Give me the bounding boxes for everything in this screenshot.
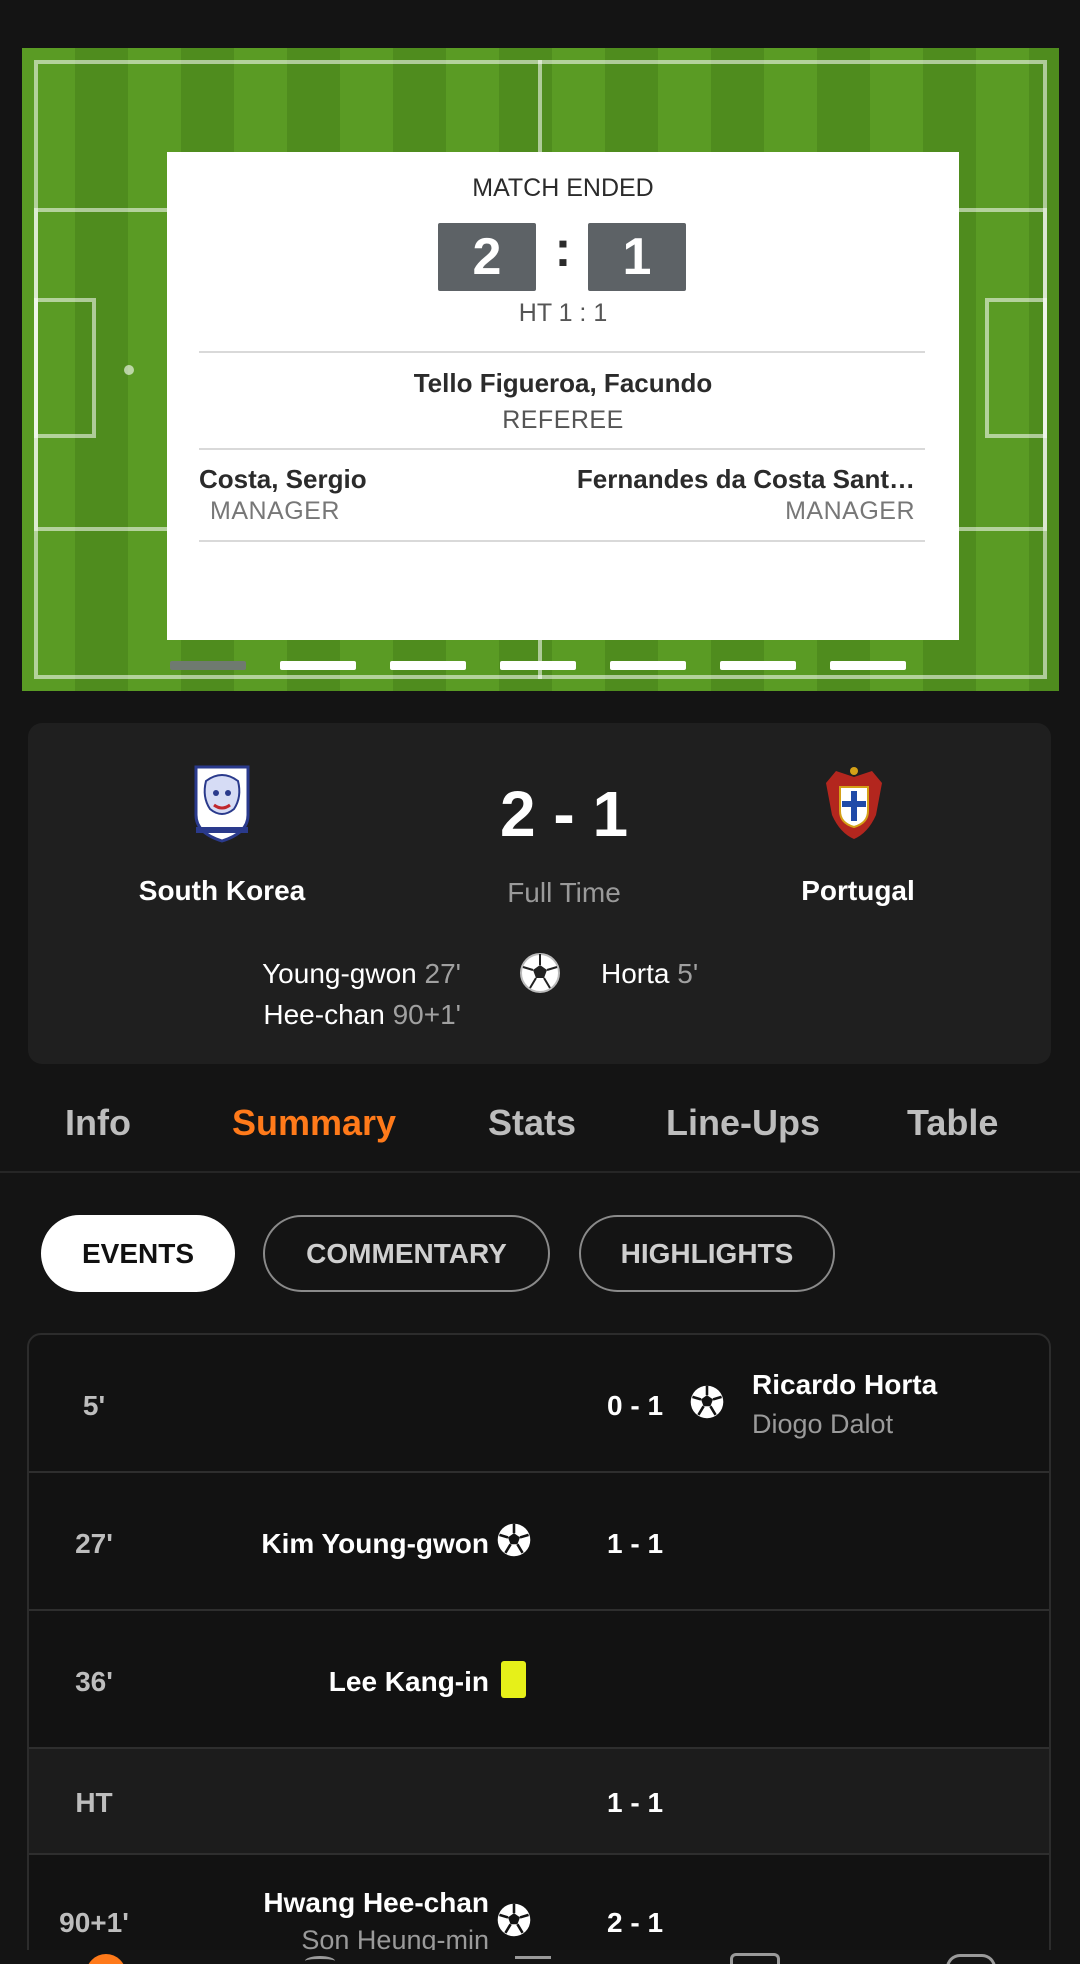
- away-team-name[interactable]: Portugal: [728, 875, 988, 907]
- tab-stats[interactable]: Stats: [488, 1102, 576, 1144]
- home-scorer: Hee-chan 90+1': [263, 999, 461, 1031]
- soccer-ball-icon: [497, 1523, 531, 1557]
- scorer-name: Horta: [601, 958, 670, 989]
- south-korea-crest-icon[interactable]: [190, 763, 254, 843]
- event-minute: 36': [75, 1666, 113, 1697]
- match-info-card: MATCH ENDED 2 : 1 HT 1 : 1 Tello Figuero…: [167, 152, 959, 640]
- halftime-row: HT 1 - 1: [29, 1749, 1049, 1855]
- scorer-name: Hee-chan: [263, 999, 385, 1030]
- home-manager-label: MANAGER: [210, 497, 340, 525]
- match-screen: MATCH ENDED 2 : 1 HT 1 : 1 Tello Figuero…: [0, 0, 1080, 1964]
- soccer-ball-icon: [520, 953, 560, 993]
- home-score-box: 2: [438, 223, 536, 291]
- carousel-dot[interactable]: [170, 661, 246, 670]
- events-list: 5' 0 - 1 Ricardo Horta Diogo Dalot 27' K…: [27, 1333, 1051, 1964]
- events-pill[interactable]: EVENTS: [41, 1215, 235, 1292]
- divider: [199, 351, 925, 353]
- pitch-carousel[interactable]: MATCH ENDED 2 : 1 HT 1 : 1 Tello Figuero…: [22, 48, 1059, 691]
- scorer-minute: 27': [424, 958, 462, 989]
- scorer-minute: 5': [677, 958, 699, 989]
- right-goal-box: [985, 298, 1047, 438]
- carousel-dot[interactable]: [610, 661, 686, 670]
- referee-label: REFEREE: [502, 406, 624, 434]
- scorer-minute: 90+1': [392, 999, 461, 1030]
- event-assist: Diogo Dalot: [752, 1409, 894, 1439]
- match-status-label: Full Time: [507, 877, 621, 908]
- event-player: Lee Kang-in: [328, 1666, 489, 1697]
- match-score: 2 - 1: [499, 778, 629, 850]
- commentary-pill[interactable]: COMMENTARY: [263, 1215, 550, 1292]
- carousel-dot[interactable]: [280, 661, 356, 670]
- nav-icon[interactable]: [946, 1954, 996, 1964]
- nav-icon[interactable]: [515, 1956, 551, 1964]
- nav-icon[interactable]: [730, 1953, 780, 1964]
- score-panel: South Korea 2 - 1 Full Time Portugal You…: [28, 723, 1051, 1064]
- highlights-pill[interactable]: HIGHLIGHTS: [579, 1215, 835, 1292]
- halftime-score: HT 1 : 1: [518, 299, 608, 327]
- event-minute: 5': [82, 1390, 106, 1421]
- portugal-crest-icon[interactable]: [822, 763, 886, 843]
- event-minute: 27': [75, 1528, 113, 1559]
- tab-table[interactable]: Table: [907, 1102, 998, 1144]
- away-manager-label: MANAGER: [785, 497, 915, 525]
- carousel-dot[interactable]: [390, 661, 466, 670]
- away-score-box: 1: [588, 223, 686, 291]
- soccer-ball-icon: [690, 1385, 724, 1419]
- match-tabs: Info Summary Stats Line-Ups Table: [0, 1070, 1080, 1173]
- event-row[interactable]: 5' 0 - 1 Ricardo Horta Diogo Dalot: [29, 1335, 1049, 1473]
- carousel-dot[interactable]: [720, 661, 796, 670]
- event-row[interactable]: 90+1' Hwang Hee-chan Son Heung-min 2 - 1: [29, 1855, 1049, 1964]
- home-scorer: Young-gwon 27': [262, 958, 461, 990]
- event-player: Ricardo Horta: [752, 1369, 938, 1400]
- divider: [199, 448, 925, 450]
- tab-info[interactable]: Info: [65, 1102, 131, 1144]
- left-goal-box: [34, 298, 96, 438]
- event-score: 1 - 1: [606, 1787, 664, 1818]
- carousel-dot[interactable]: [500, 661, 576, 670]
- event-minute: 90+1': [59, 1907, 129, 1938]
- event-minute: HT: [75, 1787, 113, 1818]
- event-score: 2 - 1: [606, 1907, 664, 1938]
- soccer-ball-icon: [497, 1903, 531, 1937]
- scorer-name: Young-gwon: [262, 958, 417, 989]
- match-status: MATCH ENDED: [472, 174, 654, 202]
- yellow-card-icon: [501, 1661, 526, 1698]
- event-player: Hwang Hee-chan: [263, 1887, 489, 1918]
- nav-icon[interactable]: [305, 1956, 335, 1964]
- event-row[interactable]: 36' Lee Kang-in: [29, 1611, 1049, 1749]
- home-team-name[interactable]: South Korea: [92, 875, 352, 907]
- event-row[interactable]: 27' Kim Young-gwon 1 - 1: [29, 1473, 1049, 1611]
- event-score: 0 - 1: [606, 1390, 664, 1421]
- event-score: 1 - 1: [606, 1528, 664, 1559]
- referee-name: Tello Figueroa, Facundo: [413, 368, 713, 398]
- carousel-dot[interactable]: [830, 661, 906, 670]
- away-manager-name: Fernandes da Costa Sant…: [576, 464, 915, 494]
- home-nav-icon[interactable]: [86, 1954, 126, 1964]
- bottom-navigation: [0, 1950, 1080, 1964]
- tab-line-ups[interactable]: Line-Ups: [666, 1102, 820, 1144]
- score-separator: :: [554, 221, 572, 277]
- away-scorer: Horta 5': [601, 958, 698, 990]
- event-player: Kim Young-gwon: [261, 1528, 489, 1559]
- tab-summary[interactable]: Summary: [232, 1102, 396, 1144]
- divider: [199, 540, 925, 542]
- home-manager-name: Costa, Sergio: [199, 464, 367, 494]
- left-penalty-spot: [124, 365, 134, 375]
